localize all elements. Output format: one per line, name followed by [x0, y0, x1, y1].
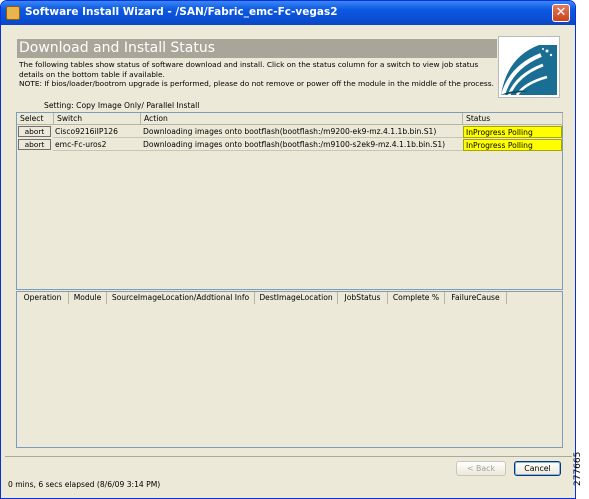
- column-header-complete[interactable]: Complete %: [388, 292, 445, 304]
- column-header-action[interactable]: Action: [141, 113, 463, 125]
- figure-id: 277665: [573, 451, 583, 486]
- switch-cell: Cisco9216iIP126: [53, 126, 141, 138]
- column-header-failure-cause[interactable]: FailureCause: [445, 292, 507, 304]
- cisco-wave-logo: [498, 36, 560, 98]
- footer-divider: [5, 456, 572, 457]
- install-setting: Setting: Copy Image Only/ Parallel Insta…: [44, 101, 200, 110]
- column-header-status[interactable]: Status: [463, 113, 563, 125]
- title-bar[interactable]: Software Install Wizard - /SAN/Fabric_em…: [1, 1, 575, 25]
- status-cell[interactable]: InProgress Polling: [463, 139, 562, 151]
- switch-status-table: Select Switch Action Status abort Cisco9…: [16, 112, 563, 290]
- status-cell[interactable]: InProgress Polling: [463, 126, 562, 138]
- wizard-window: Software Install Wizard - /SAN/Fabric_em…: [0, 0, 576, 499]
- page-title: Download and Install Status: [17, 39, 497, 58]
- elapsed-time: 0 mins, 6 secs elapsed (8/6/09 3:14 PM): [8, 480, 161, 489]
- action-cell: Downloading images onto bootflash(bootfl…: [141, 139, 463, 151]
- abort-button[interactable]: abort: [18, 126, 51, 137]
- close-icon[interactable]: ✕: [552, 4, 570, 22]
- window-title: Software Install Wizard - /SAN/Fabric_em…: [25, 6, 338, 18]
- column-header-switch[interactable]: Switch: [54, 113, 141, 125]
- page-description: The following tables show status of soft…: [19, 60, 497, 89]
- action-cell: Downloading images onto bootflash(bootfl…: [141, 126, 463, 138]
- job-status-table: Operation Module SourceImageLocation/Add…: [16, 291, 563, 448]
- switch-cell: emc-Fc-uros2: [53, 139, 141, 151]
- column-header-source-image[interactable]: SourceImageLocation/Addtional Info: [107, 292, 255, 304]
- column-header-dest-image[interactable]: DestImageLocation: [255, 292, 338, 304]
- abort-button[interactable]: abort: [18, 139, 51, 150]
- column-header-job-status[interactable]: JobStatus: [338, 292, 388, 304]
- table-row: abort Cisco9216iIP126 Downloading images…: [17, 126, 562, 138]
- header-panel: Download and Install Status The followin…: [15, 35, 563, 99]
- cancel-button[interactable]: Cancel: [514, 461, 561, 476]
- column-header-operation[interactable]: Operation: [17, 292, 69, 304]
- table-row: abort emc-Fc-uros2 Downloading images on…: [17, 139, 562, 151]
- description-note: NOTE: If bios/loader/bootrom upgrade is …: [19, 79, 494, 88]
- back-button[interactable]: < Back: [456, 461, 506, 476]
- description-line: details on the bottom table if available…: [19, 69, 165, 79]
- column-header-module[interactable]: Module: [69, 292, 107, 304]
- column-header-select[interactable]: Select: [17, 113, 54, 125]
- app-icon: [6, 6, 20, 20]
- description-line: The following tables show status of soft…: [19, 60, 479, 69]
